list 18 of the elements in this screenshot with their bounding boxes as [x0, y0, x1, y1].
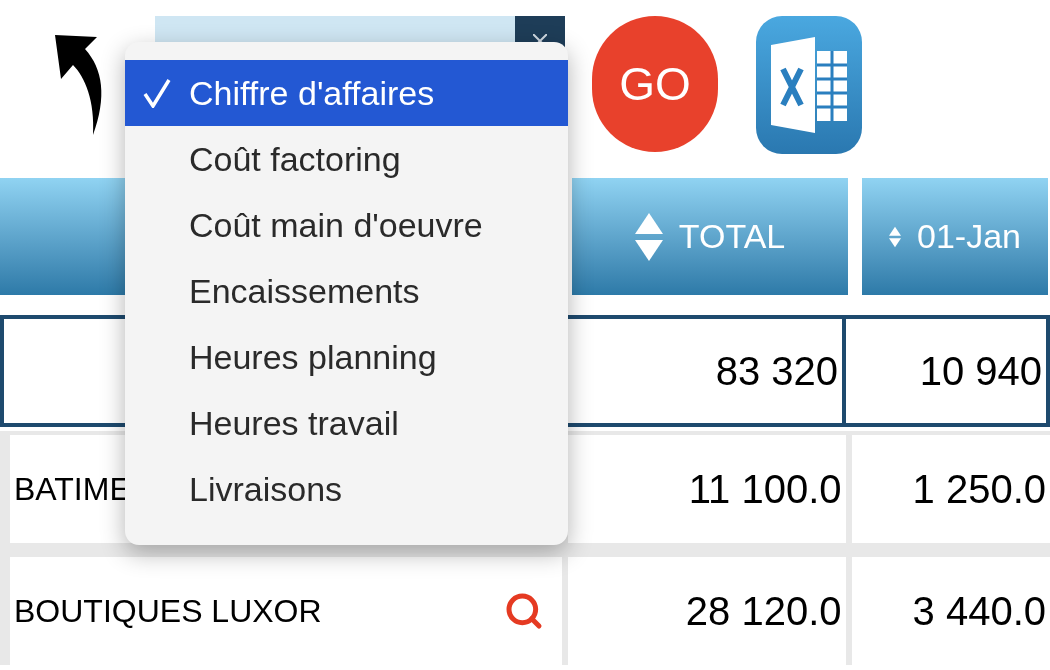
menu-option[interactable]: Chiffre d'affaires: [125, 60, 568, 126]
value-cell: 3 440.0: [851, 557, 1050, 665]
menu-option[interactable]: Heures planning: [125, 324, 568, 390]
total-cell: 10 940: [846, 319, 1046, 423]
go-button[interactable]: GO: [592, 16, 718, 152]
sort-icon: [634, 212, 663, 261]
menu-option[interactable]: Encaissements: [125, 258, 568, 324]
excel-export-icon[interactable]: [756, 16, 862, 154]
total-cell: 83 320: [566, 319, 842, 423]
value-cell: 1 250.0: [851, 435, 1050, 543]
checkmark-icon: [143, 78, 171, 108]
menu-option[interactable]: Heures travail: [125, 390, 568, 456]
company-name: BOUTIQUES LUXOR: [14, 592, 322, 631]
value-cell: 28 120.0: [567, 557, 846, 665]
sort-icon: [889, 225, 901, 248]
value-cell: 11 100.0: [567, 435, 846, 543]
menu-option[interactable]: Coût main d'oeuvre: [125, 192, 568, 258]
menu-option[interactable]: Coût factoring: [125, 126, 568, 192]
